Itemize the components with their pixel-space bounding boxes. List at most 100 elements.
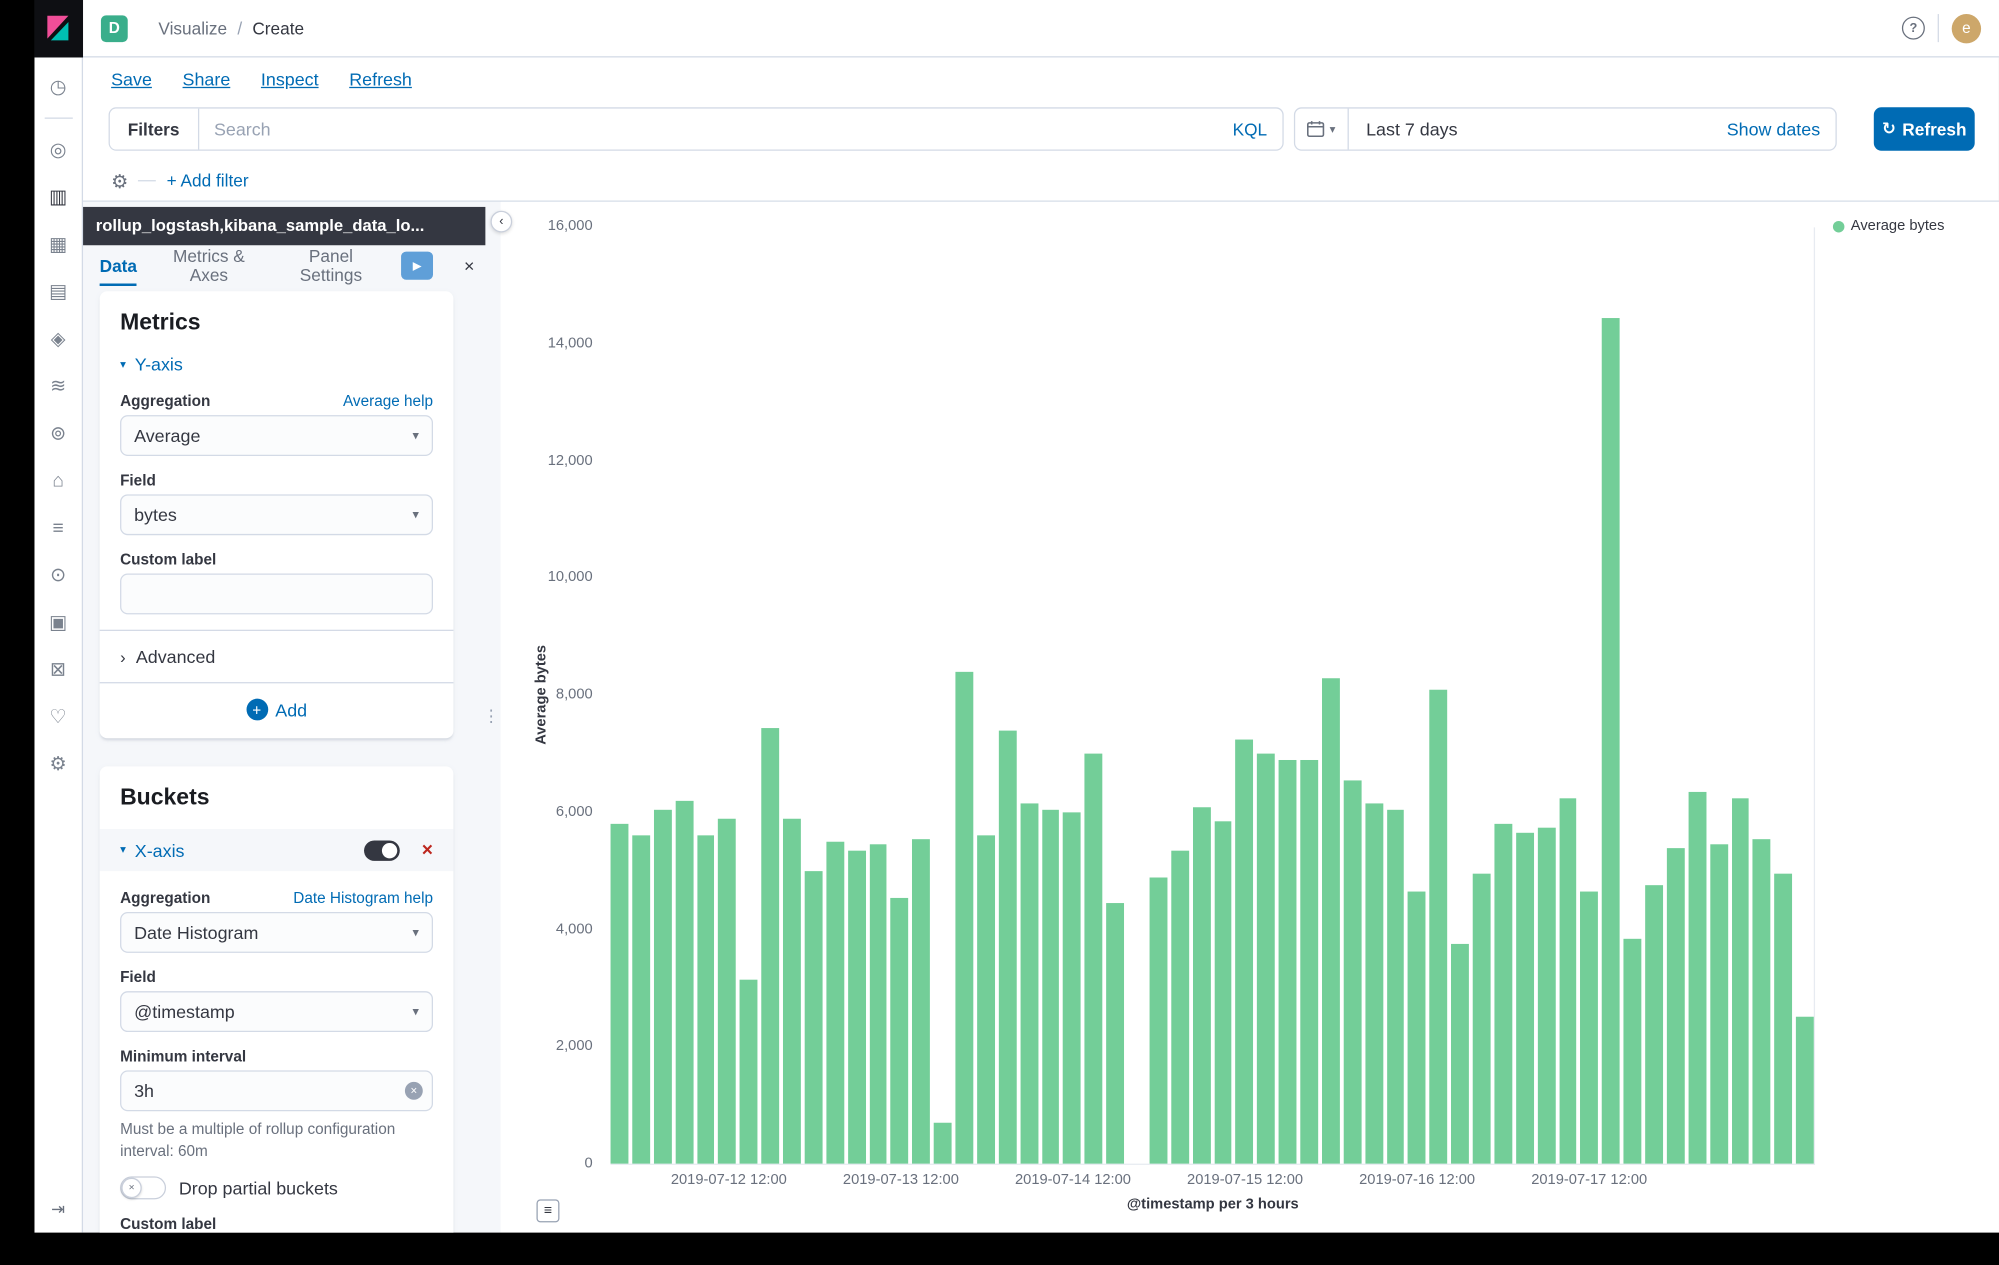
refresh-button[interactable]: ↻ Refresh (1874, 107, 1975, 150)
bar-39[interactable] (1451, 944, 1469, 1163)
kql-button[interactable]: KQL (1217, 119, 1282, 138)
bar-25[interactable] (1149, 877, 1167, 1164)
sidebar-item-metrics[interactable]: ⊚ (34, 414, 82, 452)
bar-36[interactable] (1387, 810, 1405, 1164)
nav-collapse-button[interactable]: ⇥ (34, 1199, 81, 1219)
bar-52[interactable] (1731, 798, 1749, 1164)
bar-22[interactable] (1085, 754, 1103, 1164)
bar-30[interactable] (1257, 754, 1275, 1164)
bar-34[interactable] (1343, 780, 1361, 1163)
bar-5[interactable] (718, 818, 736, 1163)
bar-8[interactable] (783, 818, 801, 1163)
x-axis-enabled-toggle[interactable] (364, 840, 400, 860)
bar-2[interactable] (654, 810, 672, 1164)
bucket-aggregation-select[interactable]: Date Histogram ▾ (120, 912, 433, 953)
bar-3[interactable] (675, 801, 693, 1164)
breadcrumb-visualize[interactable]: Visualize (158, 19, 227, 38)
tab-data[interactable]: Data (100, 245, 137, 286)
sidebar-item-siem[interactable]: ▣ (34, 603, 82, 641)
remove-x-axis-button[interactable]: × (422, 839, 433, 861)
bar-15[interactable] (934, 1123, 952, 1164)
bar-55[interactable] (1796, 1017, 1814, 1163)
bar-26[interactable] (1171, 851, 1189, 1164)
search-input[interactable] (199, 109, 1218, 150)
bar-44[interactable] (1559, 798, 1577, 1164)
bar-49[interactable] (1667, 848, 1685, 1164)
bar-23[interactable] (1106, 903, 1124, 1163)
aggregation-select[interactable]: Average ▾ (120, 415, 433, 456)
user-avatar[interactable]: e (1952, 13, 1981, 42)
bar-37[interactable] (1408, 892, 1426, 1164)
drop-partial-buckets-toggle[interactable]: × (120, 1176, 166, 1199)
bar-29[interactable] (1236, 739, 1254, 1163)
save-link[interactable]: Save (111, 69, 152, 89)
show-dates-button[interactable]: Show dates (1727, 119, 1820, 139)
bar-33[interactable] (1322, 678, 1340, 1164)
bar-27[interactable] (1193, 807, 1211, 1164)
sidebar-item-visualize[interactable]: ▥ (34, 178, 82, 216)
bar-14[interactable] (912, 839, 930, 1164)
tab-panel-settings[interactable]: Panel Settings (281, 245, 381, 286)
field-select[interactable]: bytes ▾ (120, 494, 433, 535)
kibana-logo[interactable] (34, 0, 83, 57)
share-link[interactable]: Share (183, 69, 231, 89)
minimum-interval-input[interactable] (120, 1070, 433, 1111)
time-range-value[interactable]: Last 7 days (1366, 119, 1727, 139)
sidebar-item-maps[interactable]: ◈ (34, 319, 82, 357)
panel-resizer-handle[interactable]: ⋮ (483, 706, 500, 726)
bar-42[interactable] (1516, 833, 1534, 1164)
bar-32[interactable] (1300, 760, 1318, 1164)
bar-13[interactable] (891, 897, 909, 1163)
sidebar-item-machine-learning[interactable]: ≋ (34, 367, 82, 405)
apply-changes-button[interactable]: ▶ (402, 252, 433, 280)
sidebar-item-discover[interactable]: ◎ (34, 130, 82, 168)
bar-38[interactable] (1430, 690, 1448, 1164)
bar-46[interactable] (1602, 318, 1620, 1164)
filters-button[interactable]: Filters (110, 109, 199, 150)
refresh-link[interactable]: Refresh (349, 69, 412, 89)
bar-51[interactable] (1710, 845, 1728, 1164)
collapse-editor-button[interactable]: ‹ (490, 211, 512, 233)
gear-icon[interactable]: ⚙ (111, 169, 128, 192)
bar-53[interactable] (1753, 839, 1771, 1164)
bar-41[interactable] (1494, 824, 1512, 1163)
custom-label-input[interactable] (120, 574, 433, 615)
bar-21[interactable] (1063, 813, 1081, 1164)
sidebar-item-management[interactable]: ⚙ (34, 745, 82, 783)
bar-35[interactable] (1365, 804, 1383, 1164)
sidebar-item-canvas[interactable]: ▤ (34, 272, 82, 310)
y-axis-toggle[interactable]: Y-axis (135, 354, 183, 374)
advanced-toggle[interactable]: › Advanced (120, 646, 433, 666)
space-avatar[interactable]: D (101, 15, 128, 42)
help-icon[interactable]: ? (1902, 17, 1925, 40)
bar-10[interactable] (826, 842, 844, 1164)
bar-20[interactable] (1042, 810, 1060, 1164)
legend-toggle-button[interactable]: ≡ (536, 1199, 559, 1222)
bar-0[interactable] (611, 824, 629, 1163)
bar-31[interactable] (1279, 760, 1297, 1164)
sidebar-item-recently-viewed[interactable]: ◷ (34, 68, 82, 106)
bar-16[interactable] (955, 672, 973, 1164)
bar-6[interactable] (740, 979, 758, 1163)
bar-12[interactable] (869, 845, 887, 1164)
add-metric-button[interactable]: + Add (246, 699, 307, 721)
bar-43[interactable] (1537, 827, 1555, 1163)
bar-47[interactable] (1624, 938, 1642, 1163)
bar-9[interactable] (805, 871, 823, 1164)
sidebar-item-uptime[interactable]: ⊙ (34, 556, 82, 594)
bar-45[interactable] (1580, 892, 1598, 1164)
sidebar-item-apm[interactable]: ≡ (34, 508, 82, 546)
calendar-dropdown-button[interactable]: ▾ (1295, 109, 1348, 150)
bucket-field-select[interactable]: @timestamp ▾ (120, 991, 433, 1032)
bar-48[interactable] (1645, 886, 1663, 1164)
add-filter-button[interactable]: + Add filter (167, 171, 249, 190)
bar-54[interactable] (1774, 874, 1792, 1164)
date-histogram-help-link[interactable]: Date Histogram help (293, 889, 433, 907)
tab-metrics-axes[interactable]: Metrics & Axes (157, 245, 260, 286)
bar-18[interactable] (999, 731, 1017, 1164)
clear-input-icon[interactable]: × (405, 1082, 423, 1100)
sidebar-item-logs[interactable]: ⌂ (34, 461, 82, 499)
bar-17[interactable] (977, 836, 995, 1164)
bar-50[interactable] (1688, 792, 1706, 1164)
bar-7[interactable] (761, 728, 779, 1164)
